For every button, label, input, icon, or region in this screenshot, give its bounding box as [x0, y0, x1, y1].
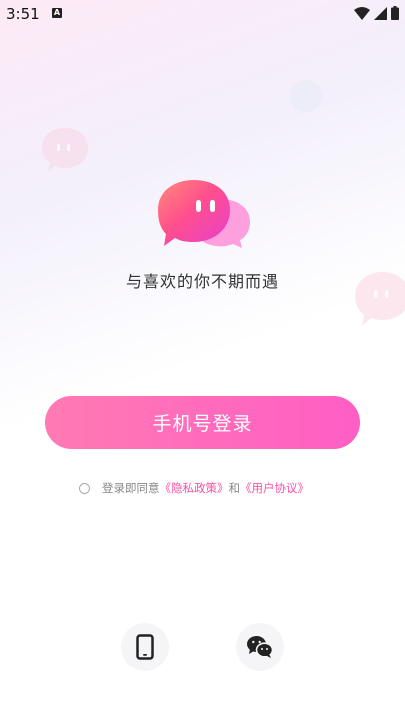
agreement-row: 登录即同意 《隐私政策》 和 《用户协议》: [79, 480, 309, 496]
phone-login-alt-button[interactable]: [121, 623, 169, 671]
user-agreement-link[interactable]: 《用户协议》: [240, 480, 309, 496]
agreement-checkbox[interactable]: [79, 482, 90, 494]
app-logo: [158, 180, 250, 248]
phone-login-button[interactable]: 手机号登录: [45, 396, 360, 449]
decorative-bubble-left: [42, 128, 88, 172]
notification-icon: A: [52, 8, 62, 18]
wifi-icon: [354, 6, 370, 20]
decorative-bubble-top-right: [290, 80, 322, 112]
privacy-policy-link[interactable]: 《隐私政策》: [160, 480, 229, 496]
status-bar: 3:51 A: [0, 0, 405, 28]
battery-icon: [391, 6, 399, 20]
wechat-icon: [247, 636, 274, 658]
signal-icon: [374, 6, 387, 20]
agreement-prefix: 登录即同意: [102, 481, 160, 495]
wechat-login-button[interactable]: [236, 623, 284, 671]
tagline: 与喜欢的你不期而遇: [125, 272, 279, 291]
phone-icon: [136, 634, 154, 660]
agreement-and: 和: [228, 481, 241, 495]
status-icons: [354, 6, 399, 20]
status-time: 3:51: [6, 5, 40, 23]
